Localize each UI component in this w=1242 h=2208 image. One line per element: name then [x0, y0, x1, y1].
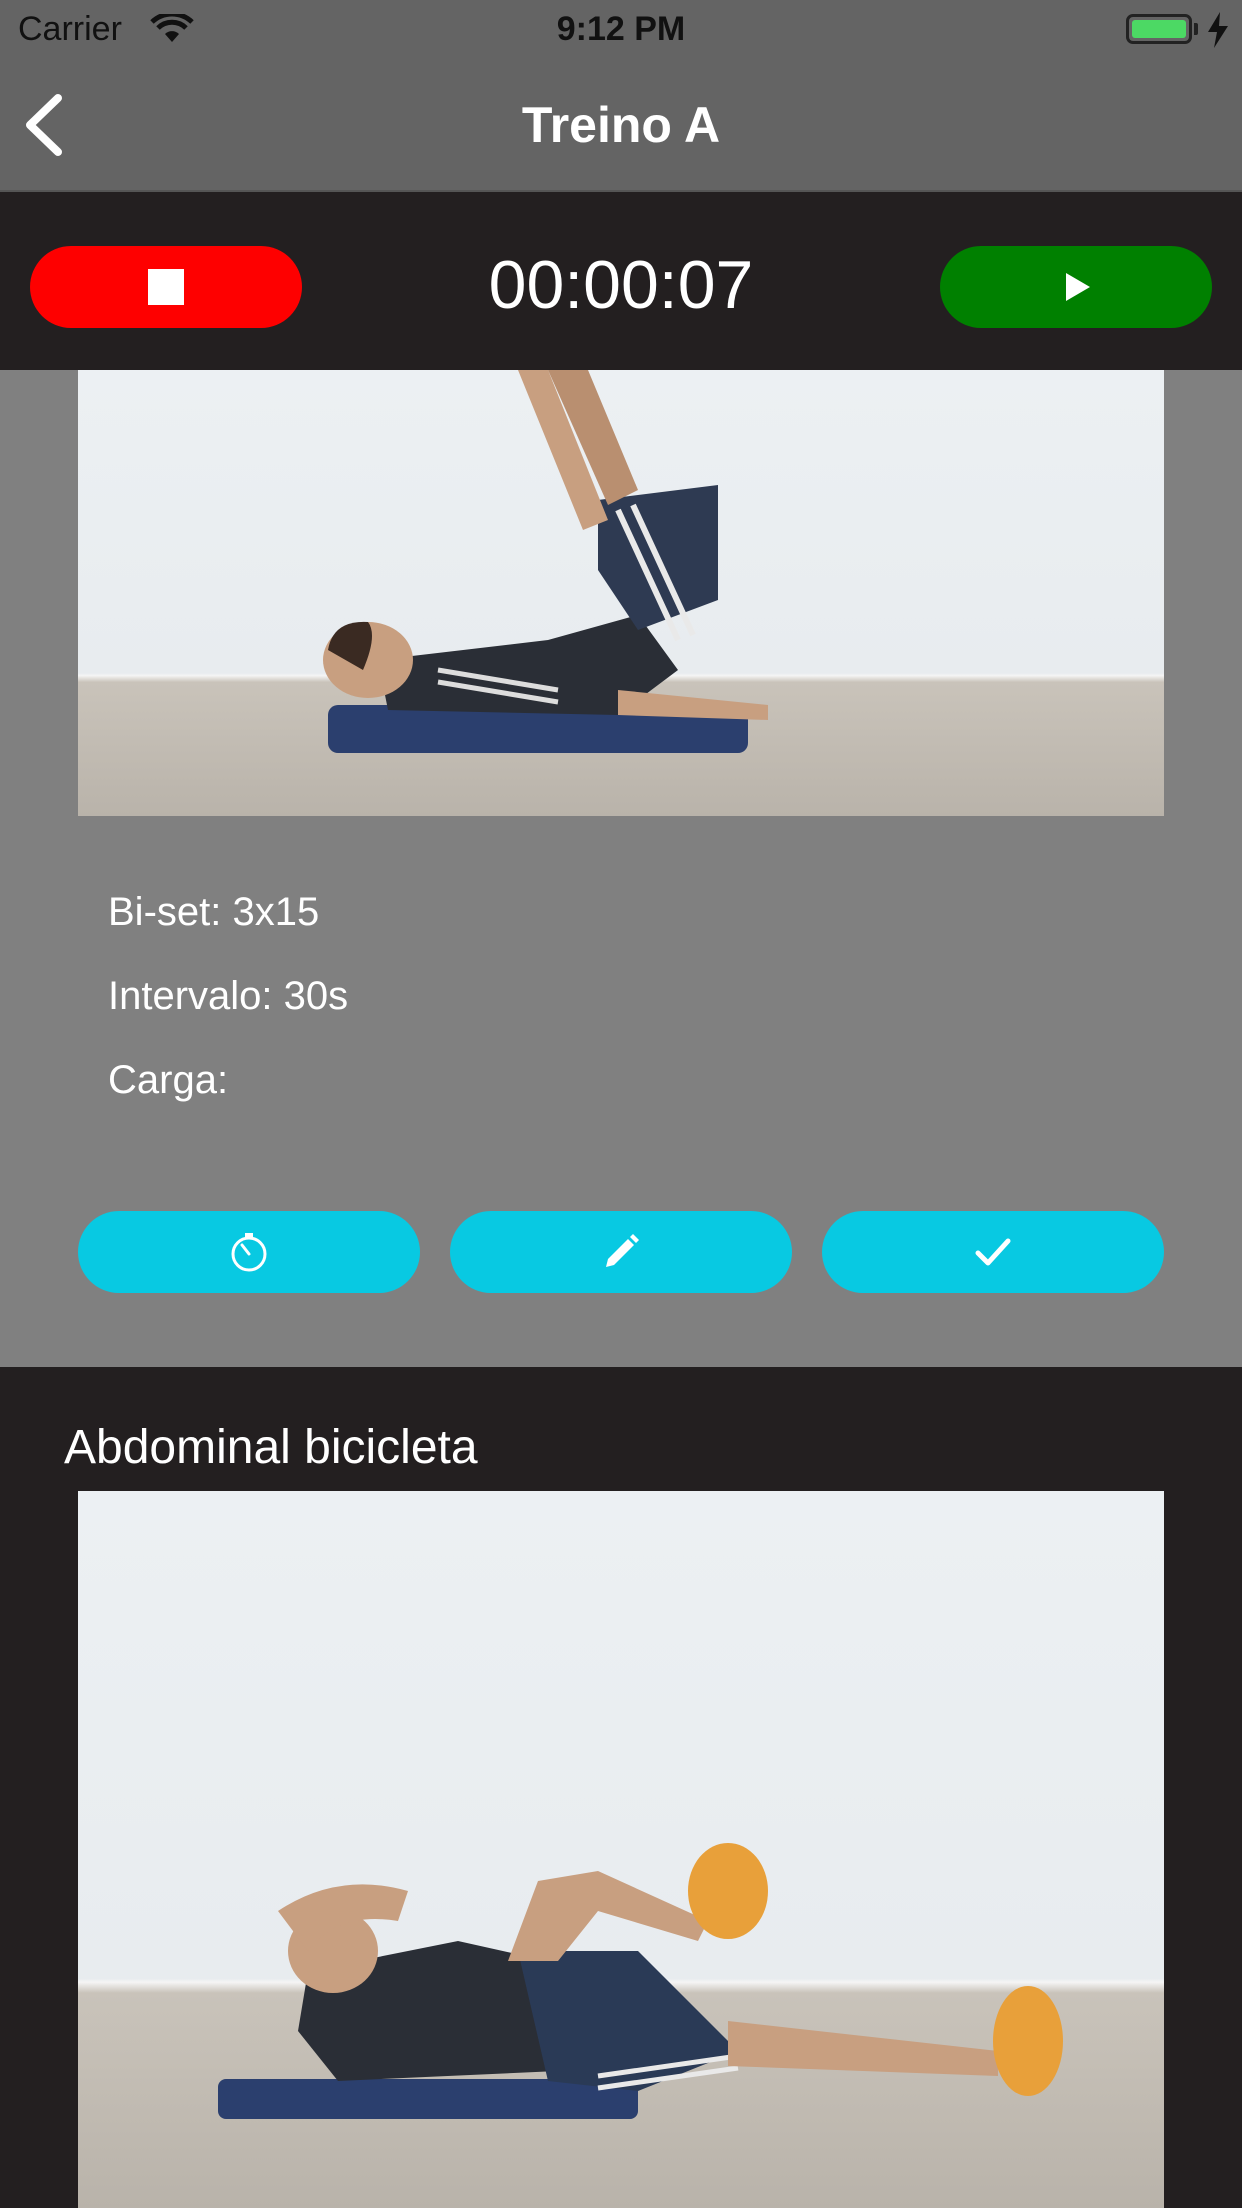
play-icon	[1066, 273, 1090, 301]
status-bar: Carrier 9:12 PM	[0, 0, 1242, 62]
exercise-title: Abdominal bicicleta	[64, 1421, 478, 1474]
interval-label: Intervalo: 30s	[108, 974, 349, 1018]
exercise-card: Bi-set: 3x15 Intervalo: 30s Carga:	[0, 370, 1242, 1367]
exercise-illustration	[218, 1843, 1063, 2119]
page-title: Treino A	[521, 97, 721, 153]
workout-timer-bar: 00:00:07	[0, 192, 1242, 370]
bicycle-crunch-photo	[78, 1491, 1164, 2208]
load-label: Carga:	[108, 1058, 229, 1102]
clock: 9:12 PM	[556, 10, 686, 48]
reverse-crunch-photo	[78, 370, 1164, 816]
rest-timer-button[interactable]	[78, 1211, 420, 1293]
sets-label: Bi-set: 3x15	[108, 890, 320, 934]
pencil-icon	[606, 1234, 639, 1267]
complete-button[interactable]	[822, 1211, 1164, 1293]
charging-bolt-icon	[1208, 12, 1228, 48]
battery-tip	[1194, 23, 1198, 35]
checkmark-icon	[975, 1238, 1011, 1266]
edit-button[interactable]	[450, 1211, 792, 1293]
battery-icon	[1126, 14, 1192, 44]
exercise-illustration	[323, 370, 768, 753]
timer-icon	[231, 1233, 267, 1272]
navigation-bar: Treino A	[0, 62, 1242, 192]
play-button[interactable]	[940, 246, 1212, 328]
